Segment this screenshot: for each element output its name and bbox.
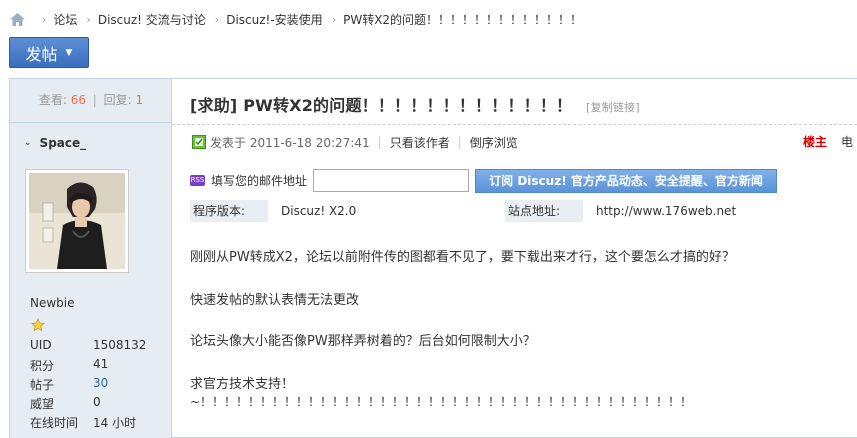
subscribe-label: 填写您的邮件地址 — [211, 174, 308, 188]
chevron-down-icon[interactable]: ⌄ — [24, 138, 32, 148]
post-meta: 发表于 2011-6-18 20:27:41 | 只看该作者 | 倒序浏览 — [192, 134, 518, 150]
subscribe-row: RSS 填写您的邮件地址 — [190, 168, 470, 193]
rss-icon: RSS — [190, 175, 205, 186]
views-count: 66 — [70, 93, 86, 107]
online-status-icon — [192, 135, 206, 149]
profile-key: 帖子 — [30, 378, 55, 392]
divider — [172, 124, 857, 125]
chevron-right-icon: › — [331, 12, 337, 26]
chevron-right-icon: › — [86, 12, 91, 26]
views-label: 查看: — [38, 93, 67, 107]
reverse-order-link[interactable]: 倒序浏览 — [470, 134, 518, 151]
dropdown-caret-icon: ▼ — [65, 47, 73, 58]
version-label: 程序版本: — [190, 200, 268, 222]
profile-key: 积分 — [30, 359, 55, 373]
site-label: 站点地址: — [505, 200, 583, 222]
profile-key: 威望 — [30, 397, 55, 411]
replies-count: 1 — [135, 93, 144, 107]
floor-extra[interactable]: 电 — [841, 133, 853, 150]
breadcrumb-discussion[interactable]: Discuz! 交流与讨论 — [98, 11, 206, 28]
thread-title-text: [求助] PW转X2的问题！！！！！！！！！！！！！ — [190, 96, 573, 115]
chevron-right-icon: › — [42, 12, 47, 26]
breadcrumb: › 论坛 › Discuz! 交流与讨论 › Discuz!-安装使用 › PW… — [10, 11, 582, 27]
site-value: http://www.176web.net — [596, 204, 737, 218]
meta-divider: | — [457, 135, 462, 149]
post-content-line: ~！！！！！！！！！！！！！！！！！！！！！！！！！！！！！！！！！！！！！！！… — [190, 395, 693, 409]
profile-row-posts: 帖子 30 — [30, 376, 146, 395]
breadcrumb-install[interactable]: Discuz!-安装使用 — [226, 11, 322, 28]
breadcrumb-current: PW转X2的问题！！！！！！！！！！！！！ — [343, 12, 583, 27]
author-name-row[interactable]: ⌄ Space_ — [24, 136, 86, 150]
profile-posts-link[interactable]: 30 — [93, 376, 108, 395]
profile-value: 0 — [93, 395, 101, 409]
post-content-line: 刚刚从PW转成X2，论坛以前附件传的图都看不见了，要下载出来才行，这个要怎么才搞… — [190, 250, 735, 265]
replies-label: 回复: — [103, 93, 132, 107]
meta-divider: | — [377, 135, 382, 149]
only-author-link[interactable]: 只看该作者 — [390, 134, 450, 151]
thread-stats: 查看: 66 | 回复: 1 — [10, 79, 172, 123]
floor-label[interactable]: 楼主 — [803, 133, 827, 150]
profile-value: 14 小时 — [93, 416, 137, 430]
post-content-line: 快速发帖的默认表情无法更改 — [190, 293, 360, 308]
stats-divider: | — [92, 93, 97, 107]
profile-key: UID — [30, 338, 52, 352]
author-profile: UID 1508132 积分 41 帖子 30 威望 0 在线时间 14 小时 — [30, 338, 146, 433]
avatar[interactable] — [25, 169, 129, 273]
post-time: 发表于 2011-6-18 20:27:41 — [210, 135, 370, 150]
email-field[interactable] — [313, 169, 470, 192]
author-rank: Newbie — [30, 296, 75, 310]
post-content-line: 论坛头像大小能否像PW那样弄树着的？后台如何限制大小？ — [190, 334, 536, 349]
author-panel: 查看: 66 | 回复: 1 ⌄ Space_ Newbie UID 15081… — [9, 78, 172, 438]
avatar-image[interactable] — [29, 173, 125, 269]
profile-row-uid: UID 1508132 — [30, 338, 146, 357]
profile-value: 1508132 — [93, 338, 147, 352]
version-value: Discuz! X2.0 — [281, 204, 357, 218]
home-icon[interactable] — [10, 12, 25, 26]
profile-value: 41 — [93, 357, 109, 371]
copy-link-button[interactable]: [复制链接] — [586, 101, 640, 114]
breadcrumb-forum[interactable]: 论坛 — [53, 11, 77, 28]
post-content-line: 求官方技术支持！ — [190, 377, 295, 392]
thread-title: [求助] PW转X2的问题！！！！！！！！！！！！！ [复制链接] — [190, 92, 640, 116]
profile-key: 在线时间 — [30, 416, 79, 430]
profile-row-credits: 积分 41 — [30, 357, 146, 376]
profile-row-prestige: 威望 0 — [30, 395, 146, 414]
subscribe-button[interactable]: 订阅 Discuz! 官方产品动态、安全提醒、官方新闻 — [475, 169, 777, 193]
new-post-label: 发帖 — [25, 44, 58, 64]
new-post-button[interactable]: 发帖 ▼ — [9, 37, 89, 68]
profile-row-online: 在线时间 14 小时 — [30, 414, 146, 433]
author-name[interactable]: Space_ — [40, 136, 87, 150]
star-icon — [31, 318, 45, 332]
chevron-right-icon: › — [214, 12, 220, 26]
